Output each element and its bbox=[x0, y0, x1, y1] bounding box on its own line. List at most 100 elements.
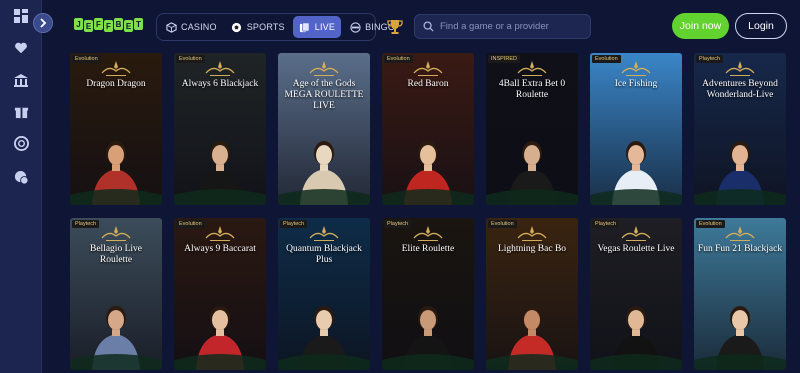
search-input[interactable] bbox=[440, 21, 580, 32]
crest-ornament-icon bbox=[725, 226, 755, 241]
game-title: Ice Fishing bbox=[614, 79, 658, 89]
game-title: Bellagio Live Roulette bbox=[90, 244, 142, 265]
game-card[interactable]: Evolution Lightning Bac Bo bbox=[486, 218, 578, 370]
game-table bbox=[486, 354, 578, 370]
provider-badge: Evolution bbox=[592, 55, 621, 63]
logo-letter: F bbox=[104, 20, 113, 32]
game-title: Always 6 Blackjack bbox=[181, 79, 259, 89]
provider-badge: Playtech bbox=[72, 220, 100, 228]
crest-ornament-icon bbox=[725, 61, 755, 76]
sidebar-toggle-button[interactable] bbox=[33, 13, 53, 33]
game-card[interactable]: Evolution Dragon Dragon bbox=[70, 53, 162, 205]
game-card[interactable]: Playtech Adventures Beyond Wonderland-Liv… bbox=[694, 53, 786, 205]
game-title: Adventures Beyond Wonderland-Live bbox=[702, 79, 778, 100]
game-table bbox=[694, 189, 786, 205]
provider-badge: Playtech bbox=[384, 220, 412, 228]
game-title: Age of the Gods MEGA ROULETTE LIVE bbox=[284, 79, 364, 111]
game-table bbox=[174, 189, 266, 205]
logo-letter: J bbox=[74, 18, 83, 30]
trophy-icon[interactable] bbox=[386, 18, 404, 36]
game-table bbox=[382, 189, 474, 205]
logo-letter: F bbox=[94, 18, 103, 30]
crest-ornament-icon bbox=[101, 61, 131, 76]
game-title: Red Baron bbox=[407, 79, 449, 89]
game-card[interactable]: Evolution Always 6 Blackjack bbox=[174, 53, 266, 205]
game-table bbox=[174, 354, 266, 370]
game-card[interactable]: Evolution Always 9 Baccarat bbox=[174, 218, 266, 370]
game-table bbox=[278, 354, 370, 370]
crest-ornament-icon bbox=[517, 226, 547, 241]
login-button[interactable]: Login bbox=[735, 13, 787, 39]
heart-icon[interactable] bbox=[11, 38, 31, 58]
tab-label: LIVE bbox=[314, 22, 336, 32]
casino-app: JEFFBET CASINOSPORTSLIVEBINGO Join now L… bbox=[0, 0, 800, 373]
logo-letter: E bbox=[84, 20, 93, 32]
game-title: Fun Fun 21 Blackjack bbox=[697, 244, 783, 254]
game-title: Elite Roulette bbox=[401, 244, 455, 254]
tab-label: SPORTS bbox=[246, 22, 285, 32]
crest-ornament-icon bbox=[413, 61, 443, 76]
chat-support-icon[interactable] bbox=[11, 167, 31, 187]
crest-ornament-icon bbox=[309, 61, 339, 76]
game-card[interactable]: Evolution Red Baron bbox=[382, 53, 474, 205]
tab-sports[interactable]: SPORTS bbox=[225, 16, 291, 38]
crest-ornament-icon bbox=[517, 61, 547, 76]
grid-icon[interactable] bbox=[11, 6, 31, 26]
game-card[interactable]: Playtech Elite Roulette bbox=[382, 218, 474, 370]
search-box[interactable] bbox=[414, 14, 591, 39]
provider-badge: Evolution bbox=[696, 220, 725, 228]
sidebar bbox=[0, 0, 42, 373]
game-title: 4Ball Extra Bet 0 Roulette bbox=[498, 79, 566, 100]
game-table bbox=[278, 189, 370, 205]
top-header: JEFFBET CASINOSPORTSLIVEBINGO Join now L… bbox=[42, 0, 800, 52]
category-tabs: CASINO SPORTS LIVE BINGO bbox=[156, 13, 395, 41]
game-card[interactable]: Playtech Quantum Blackjack Plus bbox=[278, 218, 370, 370]
gift-icon[interactable] bbox=[11, 101, 31, 121]
provider-badge: Evolution bbox=[488, 220, 517, 228]
game-card[interactable]: Evolution Ice Fishing bbox=[590, 53, 682, 205]
logo-letter: T bbox=[134, 18, 143, 30]
logo-letter: E bbox=[124, 20, 133, 32]
cube-icon bbox=[165, 21, 177, 33]
crest-ornament-icon bbox=[205, 226, 235, 241]
game-title: Always 9 Baccarat bbox=[184, 244, 256, 254]
tab-casino[interactable]: CASINO bbox=[159, 16, 223, 38]
provider-badge: Evolution bbox=[384, 55, 413, 63]
game-card[interactable]: Playtech Vegas Roulette Live bbox=[590, 218, 682, 370]
jeffbet-logo[interactable]: JEFFBET bbox=[74, 18, 143, 32]
provider-badge: Playtech bbox=[696, 55, 724, 63]
game-card[interactable]: Evolution Fun Fun 21 Blackjack bbox=[694, 218, 786, 370]
game-title: Quantum Blackjack Plus bbox=[286, 244, 362, 265]
provider-badge: Evolution bbox=[176, 55, 205, 63]
game-table bbox=[590, 354, 682, 370]
game-table bbox=[70, 189, 162, 205]
game-table bbox=[382, 354, 474, 370]
soccer-ball-icon bbox=[231, 21, 243, 33]
game-table bbox=[590, 189, 682, 205]
crest-ornament-icon bbox=[413, 226, 443, 241]
crest-ornament-icon bbox=[621, 226, 651, 241]
crest-ornament-icon bbox=[205, 61, 235, 76]
bingo-ball-icon bbox=[349, 21, 361, 33]
game-table bbox=[694, 354, 786, 370]
chevron-right-icon bbox=[40, 18, 47, 28]
tab-label: CASINO bbox=[181, 22, 217, 32]
crest-ornament-icon bbox=[309, 226, 339, 241]
provider-badge: Playtech bbox=[280, 220, 308, 228]
game-title: Lightning Bac Bo bbox=[497, 244, 567, 254]
game-card[interactable]: INSPIRED 4Ball Extra Bet 0 Roulette bbox=[486, 53, 578, 205]
join-now-button[interactable]: Join now bbox=[672, 13, 729, 39]
game-table bbox=[486, 189, 578, 205]
logo-letter: B bbox=[114, 18, 123, 30]
crest-ornament-icon bbox=[101, 226, 131, 241]
game-table bbox=[70, 354, 162, 370]
tab-live[interactable]: LIVE bbox=[292, 16, 342, 38]
provider-badge: Evolution bbox=[72, 55, 101, 63]
game-card[interactable]: Age of the Gods MEGA ROULETTE LIVE bbox=[278, 53, 370, 205]
crest-ornament-icon bbox=[621, 61, 651, 76]
game-card[interactable]: Playtech Bellagio Live Roulette bbox=[70, 218, 162, 370]
provider-badge: Evolution bbox=[176, 220, 205, 228]
chip-icon[interactable] bbox=[11, 133, 31, 153]
provider-badge: Playtech bbox=[592, 220, 620, 228]
casino-building-icon[interactable] bbox=[11, 70, 31, 90]
